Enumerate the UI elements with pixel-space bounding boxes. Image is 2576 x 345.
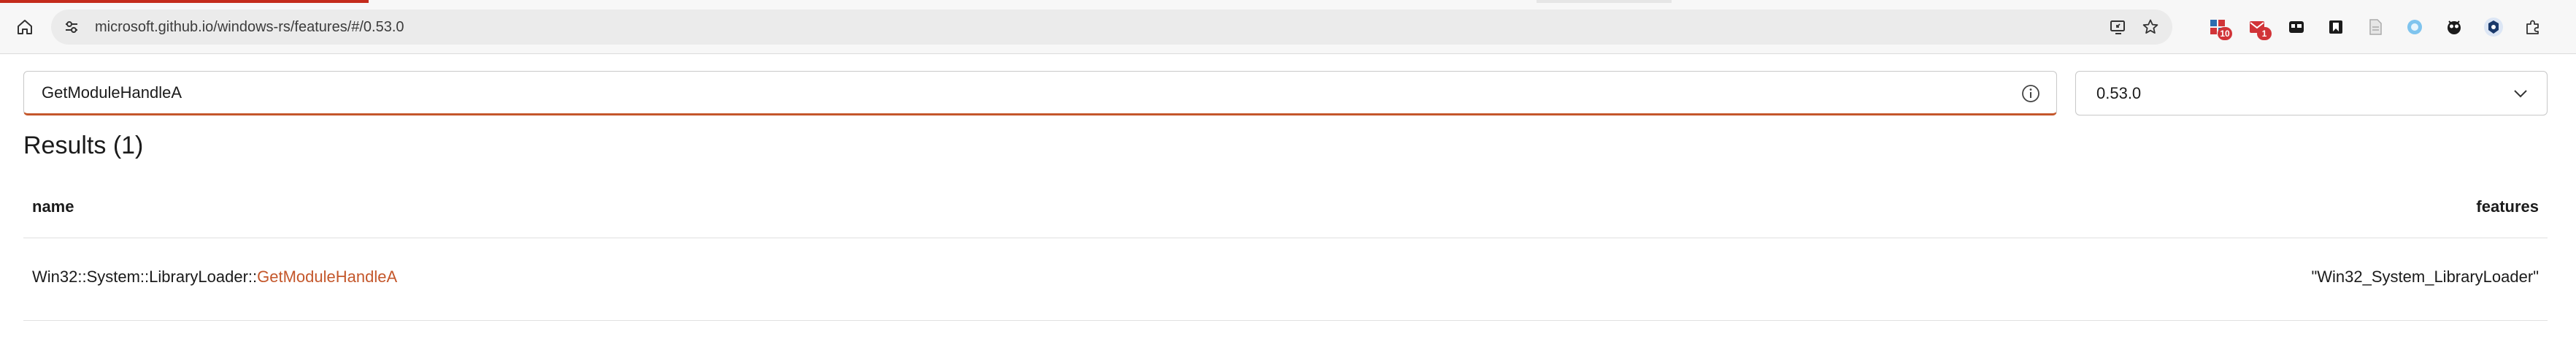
tab-progress-bar bbox=[0, 0, 2576, 3]
column-header-features: features bbox=[2476, 197, 2539, 216]
extensions-puzzle-icon bbox=[2526, 20, 2539, 34]
extension-owl-button[interactable] bbox=[2439, 12, 2469, 42]
extensions-bar: 10 1 bbox=[2188, 12, 2568, 42]
url-text[interactable]: microsoft.github.io/windows-rs/features/… bbox=[95, 10, 404, 45]
extension-bookmark-icon bbox=[2329, 20, 2342, 34]
extensions-menu-button[interactable] bbox=[2518, 12, 2548, 42]
result-name-link[interactable]: GetModuleHandleA bbox=[257, 268, 397, 286]
star-icon bbox=[2142, 19, 2158, 34]
extension-owl-icon bbox=[2448, 20, 2461, 34]
chevron-down-icon bbox=[2514, 90, 2527, 98]
extension-shield-icon bbox=[2484, 18, 2503, 37]
extension-shield-button[interactable] bbox=[2479, 12, 2508, 42]
extension-bookmark-button[interactable] bbox=[2321, 12, 2350, 42]
extension-circle-icon bbox=[2407, 20, 2422, 34]
site-settings-icon bbox=[66, 21, 77, 33]
home-button[interactable] bbox=[10, 12, 39, 42]
result-features-cell: "Win32_System_LibraryLoader" bbox=[2311, 268, 2539, 286]
browser-toolbar: microsoft.github.io/windows-rs/features/… bbox=[0, 0, 2576, 54]
table-row: Win32::System::LibraryLoader::GetModuleH… bbox=[23, 238, 2548, 321]
extension-circle-button[interactable] bbox=[2400, 12, 2429, 42]
extension-tabs-button[interactable] bbox=[2282, 12, 2311, 42]
extension-document-icon bbox=[2369, 19, 2382, 35]
extension-tabs-icon bbox=[2289, 21, 2304, 33]
version-selected-value: 0.53.0 bbox=[2096, 84, 2142, 102]
version-dropdown[interactable]: 0.53.0 bbox=[2075, 71, 2548, 115]
extension-document-button[interactable] bbox=[2361, 12, 2390, 42]
address-bar[interactable]: microsoft.github.io/windows-rs/features/… bbox=[51, 10, 2172, 45]
table-header-row: name features bbox=[23, 183, 2548, 238]
search-field[interactable] bbox=[23, 71, 2057, 115]
extension-mail-button[interactable]: 1 bbox=[2242, 12, 2272, 42]
notification-badge: 10 bbox=[2218, 27, 2232, 40]
column-header-name: name bbox=[32, 197, 74, 216]
favorite-button[interactable] bbox=[2139, 15, 2162, 39]
notification-badge: 1 bbox=[2257, 27, 2272, 40]
results-heading: Results (1) bbox=[23, 132, 144, 159]
result-name-path: Win32::System::LibraryLoader:: bbox=[32, 268, 258, 286]
install-app-icon bbox=[2110, 20, 2125, 34]
home-icon bbox=[18, 20, 32, 34]
install-app-button[interactable] bbox=[2107, 15, 2130, 39]
result-name-cell: Win32::System::LibraryLoader::GetModuleH… bbox=[32, 268, 397, 287]
site-info-button[interactable] bbox=[58, 14, 85, 40]
search-input[interactable] bbox=[42, 72, 1976, 114]
info-icon[interactable] bbox=[2021, 84, 2040, 103]
extension-grid-button[interactable]: 10 bbox=[2203, 12, 2232, 42]
